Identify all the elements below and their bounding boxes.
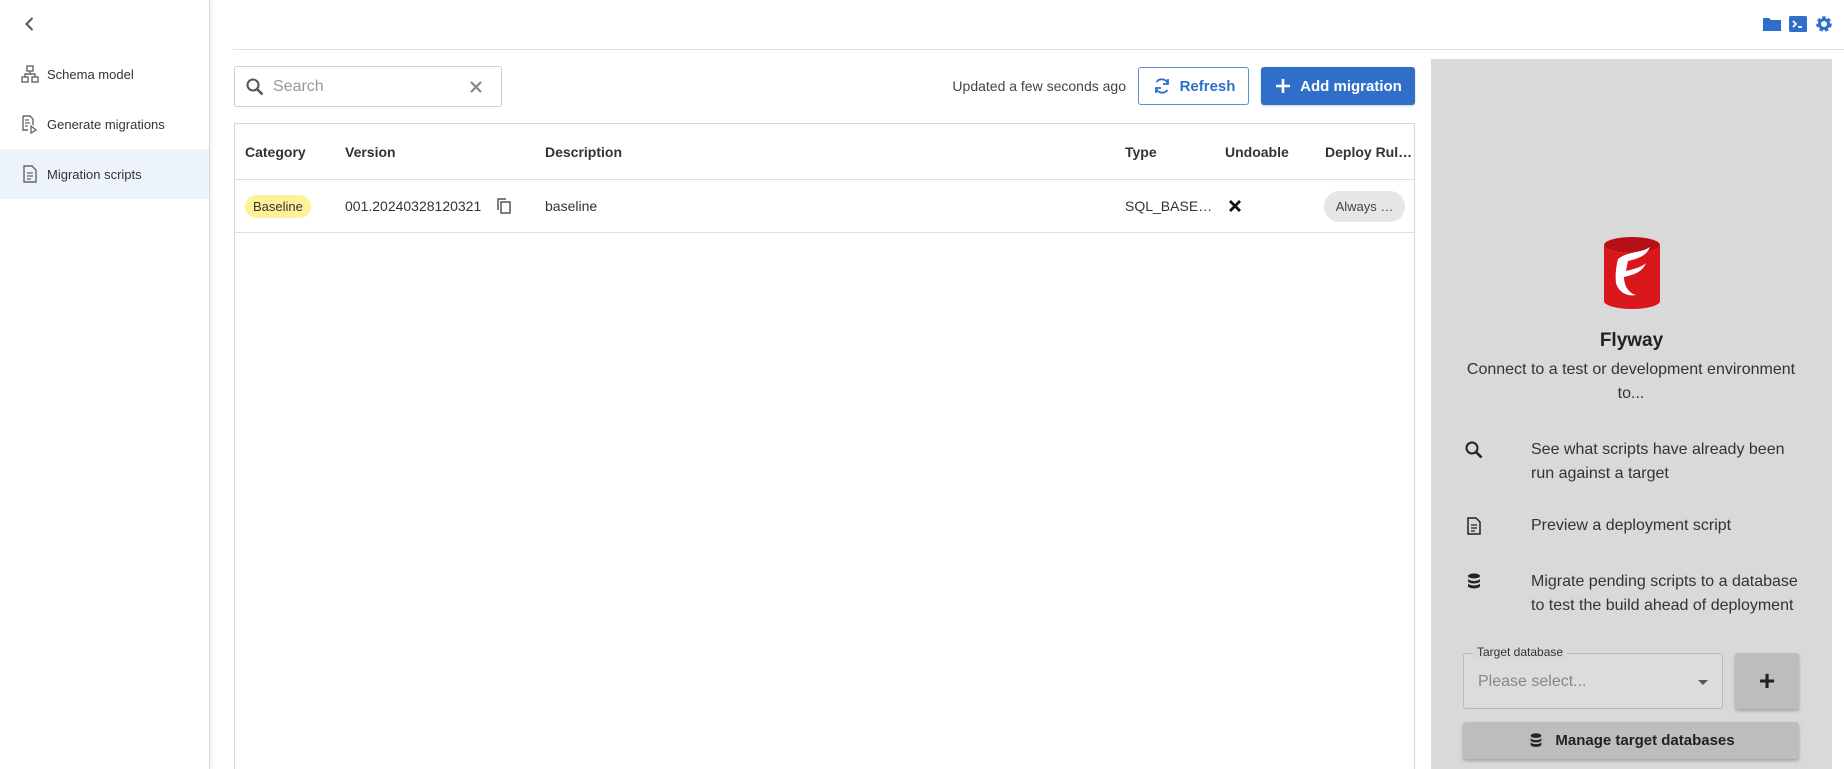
sidebar-item-schema-model[interactable]: Schema model <box>0 49 209 99</box>
feature-item: See what scripts have already been run a… <box>1464 438 1804 486</box>
document-icon <box>20 164 40 184</box>
version-cell: 001.20240328120321 <box>345 198 482 214</box>
folder-icon[interactable] <box>1760 12 1784 36</box>
search-icon <box>1464 440 1484 460</box>
top-bar <box>233 0 1844 50</box>
search-icon <box>245 77 265 97</box>
target-database-label: Target database <box>1473 645 1568 659</box>
feature-text: Preview a deployment script <box>1531 517 1732 534</box>
add-target-database-button[interactable]: + <box>1735 653 1799 709</box>
flyway-logo <box>1600 235 1664 311</box>
search-input[interactable] <box>273 75 453 99</box>
feature-text: See what scripts have already been run a… <box>1531 441 1785 482</box>
table-row[interactable]: Baseline 001.20240328120321 baseline SQL… <box>235 180 1414 233</box>
refresh-icon <box>1152 76 1172 96</box>
table-header: Category Version Description Type Undoab… <box>235 124 1414 180</box>
search-box <box>234 66 502 107</box>
panel-subtitle: Connect to a test or development environ… <box>1466 361 1796 402</box>
sidebar-item-migration-scripts[interactable]: Migration scripts <box>0 149 209 199</box>
deploy-rule-chip[interactable]: Always … <box>1324 191 1405 222</box>
feature-item: Preview a deployment script <box>1464 514 1804 538</box>
feature-item: Migrate pending scripts to a database to… <box>1464 570 1804 618</box>
caret-down-icon <box>1698 680 1708 685</box>
column-header-version[interactable]: Version <box>345 144 396 160</box>
hierarchy-icon <box>20 64 40 84</box>
feature-text: Migrate pending scripts to a database to… <box>1531 573 1798 614</box>
category-badge: Baseline <box>245 195 311 218</box>
refresh-button[interactable]: Refresh <box>1138 67 1249 105</box>
refresh-label: Refresh <box>1179 77 1236 95</box>
chevron-left-icon[interactable] <box>20 14 40 34</box>
add-migration-label: Add migration <box>1300 77 1402 95</box>
column-header-type[interactable]: Type <box>1125 144 1157 160</box>
column-header-undoable[interactable]: Undoable <box>1225 144 1289 160</box>
panel-title: Flyway <box>1599 330 1664 351</box>
column-header-category[interactable]: Category <box>245 144 306 160</box>
column-header-deploy-rule[interactable]: Deploy Rul… <box>1325 144 1412 160</box>
generate-icon <box>20 114 40 134</box>
sidebar-item-label: Generate migrations <box>47 116 165 132</box>
plus-icon <box>1274 77 1292 95</box>
undoable-cross-icon <box>1227 198 1243 214</box>
manage-target-databases-label: Manage target databases <box>1555 732 1735 749</box>
updated-status: Updated a few seconds ago <box>952 78 1126 94</box>
description-cell: baseline <box>545 198 598 214</box>
sidebar-item-label: Migration scripts <box>47 166 142 182</box>
target-database-placeholder: Please select... <box>1478 673 1587 690</box>
document-icon <box>1464 516 1484 536</box>
flyway-panel: Flyway Connect to a test or development … <box>1431 59 1832 769</box>
database-icon <box>1527 732 1545 750</box>
migrations-table: Category Version Description Type Undoab… <box>234 123 1415 769</box>
database-icon <box>1464 572 1484 592</box>
gear-icon[interactable] <box>1812 12 1836 36</box>
sidebar-item-generate-migrations[interactable]: Generate migrations <box>0 99 209 149</box>
add-migration-button[interactable]: Add migration <box>1261 67 1415 105</box>
sidebar-item-label: Schema model <box>47 66 134 82</box>
manage-target-databases-button[interactable]: Manage target databases <box>1463 722 1799 759</box>
terminal-icon[interactable] <box>1786 12 1810 36</box>
target-database-select[interactable]: Target database Please select... <box>1463 645 1723 709</box>
column-header-description[interactable]: Description <box>545 144 622 160</box>
sidebar: Schema model Generate migrations Migrati… <box>0 0 210 769</box>
copy-icon[interactable] <box>495 197 513 215</box>
clear-icon[interactable] <box>469 80 483 94</box>
type-cell: SQL_BASE… <box>1125 198 1213 214</box>
